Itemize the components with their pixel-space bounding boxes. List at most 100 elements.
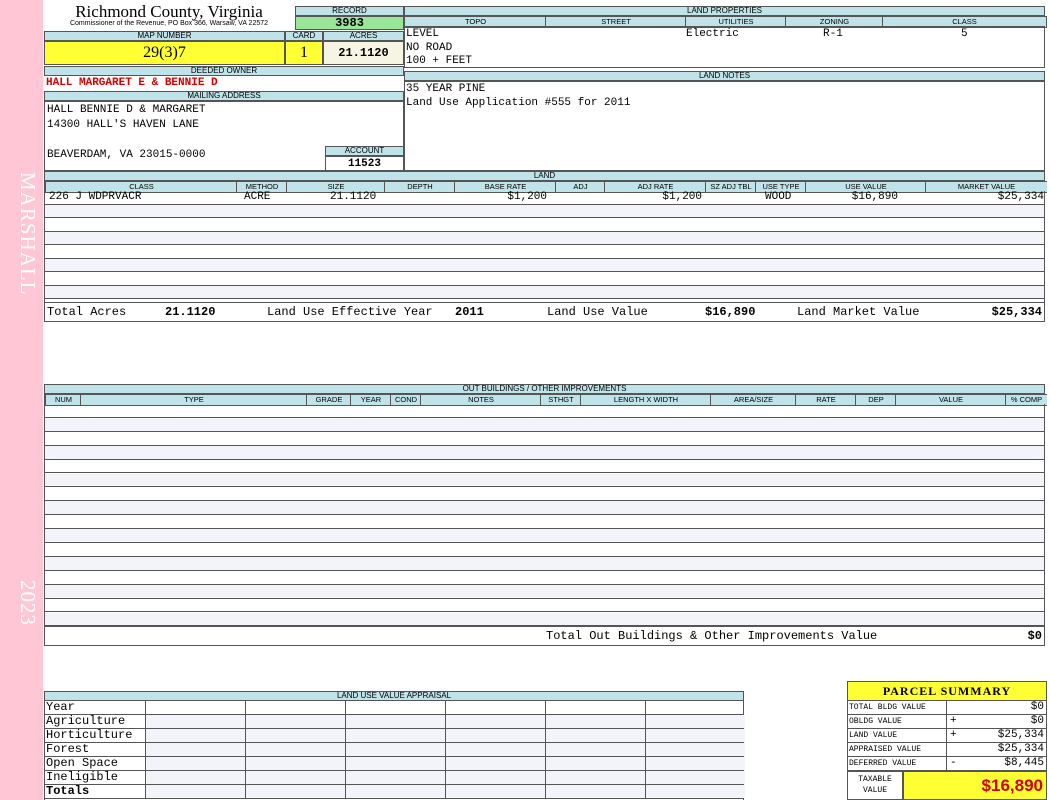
tax-year: 2023 — [16, 580, 40, 626]
appraisal-cell — [445, 743, 545, 756]
outbuilding-row — [45, 445, 1044, 460]
land-use-type: WOOD — [765, 191, 792, 203]
parcel-summary-row: TOTAL BLDG VALUE $0 — [848, 701, 1046, 715]
outbuildings-total-value: $0 — [1027, 629, 1042, 643]
appraisal-cell — [545, 785, 645, 798]
zoning-value: R-1 — [823, 28, 843, 40]
land-class: 226 J WDPRVACR — [49, 191, 142, 203]
appraisal-cell — [245, 771, 345, 784]
account-label: ACCOUNT — [325, 146, 404, 156]
parcel-summary-operator: + — [950, 715, 957, 727]
appraisal-row-label: Totals — [46, 784, 90, 798]
parcel-summary-row: LAND VALUE + $25,334 — [848, 729, 1046, 743]
appraisal-cell — [445, 715, 545, 728]
land-properties-title: LAND PROPERTIES — [404, 6, 1045, 16]
district-name: MARSHALL — [16, 172, 40, 296]
address-line-2: 14300 HALL'S HAVEN LANE — [47, 119, 199, 131]
appraisal-cell — [245, 757, 345, 770]
account-number: 11523 — [325, 156, 404, 171]
appraisal-row-forest: Forest — [45, 742, 745, 757]
land-properties-header: TOPO STREET UTILITIES ZONING CLASS — [404, 16, 1047, 28]
outbuilding-row — [45, 599, 1044, 613]
appraisal-cell — [545, 729, 645, 742]
appraisal-cell — [345, 771, 445, 784]
address-line-1: HALL BENNIE D & MARGARET — [47, 104, 206, 116]
appraisal-cell — [245, 701, 345, 714]
parcel-summary-value: $25,334 — [997, 729, 1044, 741]
appraisal-cell — [345, 785, 445, 798]
appraisal-cell — [145, 729, 245, 742]
appraisal-row-agriculture: Agriculture — [45, 715, 745, 729]
parcel-summary-value: $0 — [1030, 715, 1044, 727]
outbuilding-row — [45, 571, 1044, 585]
appraisal-cell — [645, 701, 745, 714]
outbuilding-row — [45, 417, 1044, 432]
address-line-3: BEAVERDAM, VA 23015-0000 — [47, 149, 206, 161]
appraisal-cell — [145, 743, 245, 756]
land-use-appraisal-table: Year Agriculture Horticulture Forest Open Sp… — [44, 701, 745, 800]
appraisal-row-label: Horticulture — [46, 728, 133, 742]
land-market-value-total: $25,334 — [991, 305, 1042, 319]
appraisal-row-label: Year — [46, 700, 75, 714]
effective-year-value: 2011 — [455, 305, 484, 319]
parcel-summary-value: $0 — [1030, 701, 1044, 713]
land-base-rate: $1,200 — [507, 191, 547, 203]
outbuildings-body — [44, 404, 1045, 627]
appraisal-cell — [145, 771, 245, 784]
mailing-address-label: MAILING ADDRESS — [44, 91, 404, 101]
outbuildings-title: OUT BUILDINGS / OTHER IMPROVEMENTS — [44, 384, 1045, 394]
appraisal-row-totals: Totals — [45, 784, 745, 799]
appraisal-cell — [245, 715, 345, 728]
topo-line-1: LEVEL — [406, 28, 440, 40]
appraisal-cell — [145, 785, 245, 798]
parcel-summary-label: LAND VALUE — [849, 729, 947, 742]
outbuildings-header: NUM TYPE GRADE YEAR COND NOTES STHGT LEN… — [44, 394, 1047, 406]
appraisal-row-open-space: Open Space — [45, 756, 745, 771]
outbuilding-row — [45, 501, 1044, 516]
parcel-summary-label: DEFERRED VALUE — [849, 757, 947, 770]
parcel-summary-title: PARCEL SUMMARY — [847, 681, 1047, 701]
appraisal-cell — [345, 715, 445, 728]
land-method: ACRE — [244, 191, 271, 203]
outbuilding-row — [45, 529, 1044, 543]
land-title: LAND — [44, 171, 1045, 181]
address-filler — [325, 101, 404, 146]
appraisal-cell — [645, 785, 745, 798]
district-sidebar: MARSHALL 2023 — [0, 0, 43, 800]
parcel-summary-value: $8,445 — [1004, 757, 1044, 769]
card-label: CARD — [285, 31, 323, 41]
land-market-value: $25,334 — [997, 191, 1044, 203]
land-use-appraisal-title: LAND USE VALUE APPRAISAL — [44, 691, 744, 701]
land-table-header: CLASS METHOD SIZE DEPTH BASE RATE ADJ AD… — [44, 181, 1047, 193]
class-value: 5 — [961, 28, 968, 40]
outbuilding-row — [45, 515, 1044, 530]
outbuilding-row — [45, 556, 1044, 571]
parcel-summary-table: TOTAL BLDG VALUE $0 OBLDG VALUE + $0 LAND VAL… — [847, 701, 1047, 771]
outbuilding-row — [45, 432, 1044, 446]
appraisal-cell — [545, 701, 645, 714]
appraisal-row-year: Year — [45, 701, 743, 715]
land-row: 226 J WDPRVACR ACRE 21.1120 $1,200 $1,20… — [45, 191, 1044, 204]
acres-label: ACRES — [323, 31, 404, 41]
effective-year-label: Land Use Effective Year — [267, 305, 433, 319]
parcel-summary-label: TOTAL BLDG VALUE — [849, 701, 947, 714]
appraisal-row-label: Open Space — [46, 756, 119, 770]
taxable-label-1: TAXABLE — [858, 775, 892, 784]
total-acres-value: 21.1120 — [165, 305, 216, 319]
appraisal-row-horticulture: Horticulture — [45, 728, 745, 743]
mailing-address-box: HALL BENNIE D & MARGARET 14300 HALL'S HA… — [44, 101, 325, 171]
appraisal-cell — [345, 701, 445, 714]
land-use-value-label: Land Use Value — [547, 305, 648, 319]
appraisal-cell — [245, 743, 345, 756]
utilities-value: Electric — [686, 28, 739, 40]
appraisal-cell — [545, 757, 645, 770]
map-number-label: MAP NUMBER — [44, 31, 285, 41]
taxable-value: $16,890 — [903, 771, 1047, 800]
appraisal-cell — [645, 757, 745, 770]
appraisal-row-label: Forest — [46, 742, 90, 756]
appraisal-cell — [545, 743, 645, 756]
total-acres-label: Total Acres — [47, 305, 127, 319]
appraisal-cell — [645, 743, 745, 756]
appraisal-cell — [545, 715, 645, 728]
land-note-1: 35 YEAR PINE — [406, 83, 486, 95]
